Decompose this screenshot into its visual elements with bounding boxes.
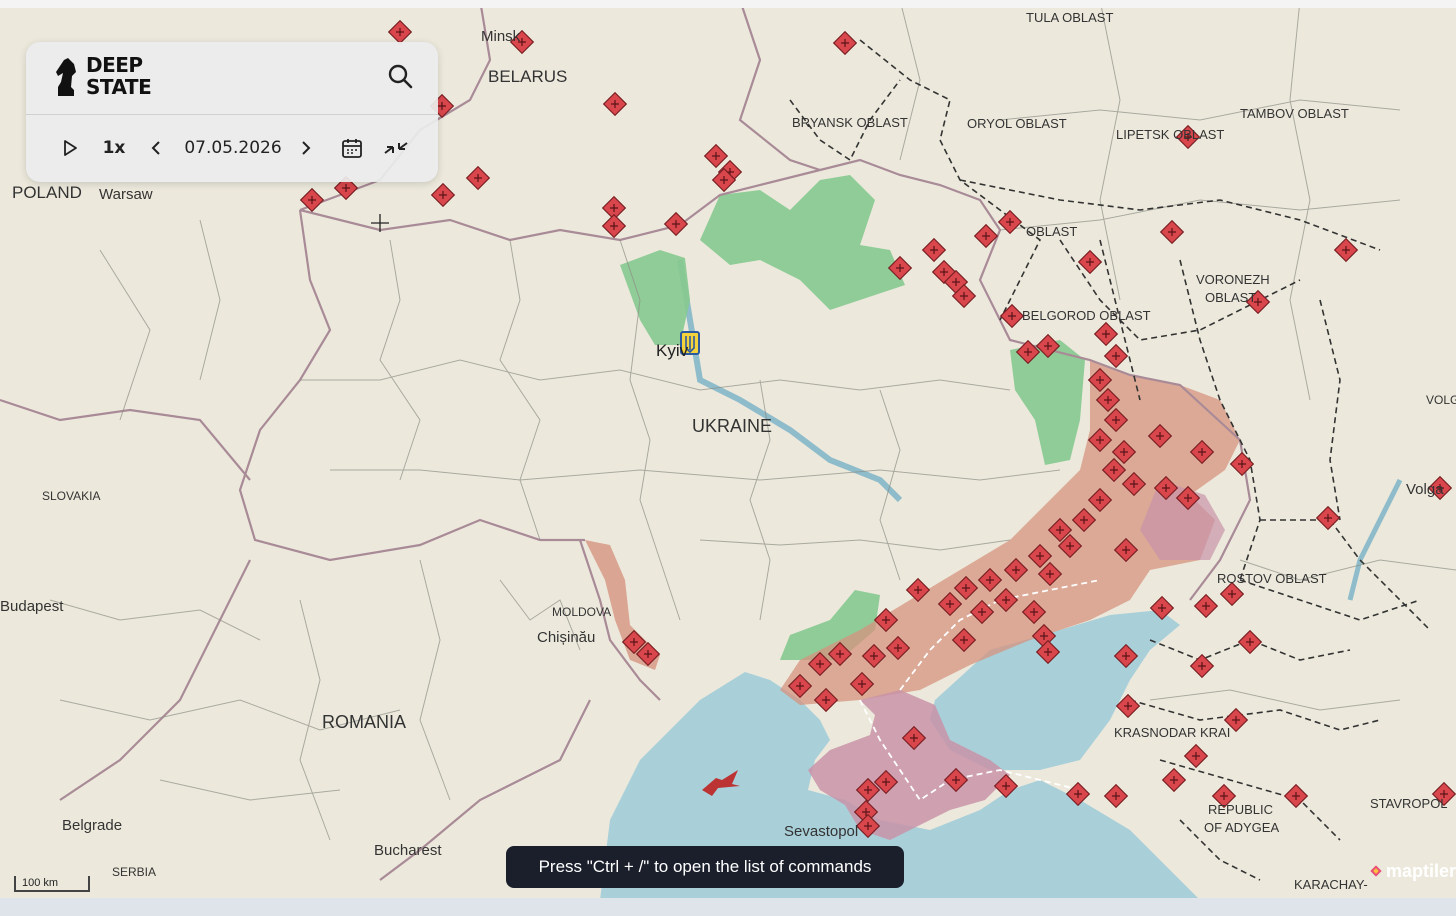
label-budapest: Budapest (0, 598, 64, 615)
label-voronezh: VORONEZH (1196, 272, 1270, 287)
brand-line-2: STATE (86, 75, 152, 99)
previous-date-button[interactable] (144, 134, 168, 162)
label-tula: TULA OBLAST (1026, 10, 1113, 25)
play-icon (64, 140, 77, 156)
speed-button[interactable]: 1x (98, 134, 130, 162)
label-minsk: Minsk (481, 28, 521, 45)
label-oryol: ORYOL OBLAST (967, 116, 1067, 131)
label-bucharest: Bucharest (374, 842, 442, 859)
chevron-right-icon (302, 141, 311, 155)
collapse-icon (384, 142, 408, 154)
label-lipetsk: LIPETSK OBLAST (1116, 127, 1224, 142)
label-adygea-2: OF ADYGEA (1204, 820, 1279, 835)
browser-bookmarks-strip (0, 0, 1456, 8)
label-belgrade: Belgrade (62, 817, 122, 834)
label-moldova: MOLDOVA (552, 605, 611, 619)
maptiler-logo-icon (1370, 865, 1382, 877)
label-stavropol: STAVROPOL (1370, 796, 1448, 811)
panel-divider (26, 114, 438, 115)
label-krasnodar: KRASNODAR KRAI (1114, 725, 1230, 740)
play-button[interactable] (56, 134, 84, 162)
knight-logo-icon (56, 58, 76, 96)
collapse-button[interactable] (380, 134, 412, 162)
label-slovakia: SLOVAKIA (42, 489, 100, 503)
label-voronezh-oblast: OBLAST (1205, 290, 1256, 305)
brand-logo[interactable]: DEEP STATE (52, 53, 152, 99)
label-sevastopol: Sevastopol (784, 823, 858, 840)
label-romania: ROMANIA (322, 712, 406, 732)
scale-bar: 100 km (14, 876, 90, 892)
calendar-button[interactable] (338, 134, 366, 162)
label-rostov: ROSTOV OBLAST (1217, 571, 1327, 586)
label-tambov: TAMBOV OBLAST (1240, 106, 1349, 121)
taskbar-strip (0, 898, 1456, 916)
chevron-left-icon (151, 141, 160, 155)
label-kyiv: Kyiv (656, 341, 689, 360)
label-volga: Volga (1406, 481, 1444, 498)
next-date-button[interactable] (294, 134, 318, 162)
label-chisinau: Chișinău (537, 629, 595, 646)
brand-line-1: DEEP (86, 53, 143, 77)
label-poland: POLAND (12, 183, 82, 202)
control-panel: DEEP STATE 1x 07.05.2026 (26, 42, 438, 182)
commands-tooltip: Press "Ctrl + /" to open the list of com… (506, 846, 904, 888)
label-belgorod: BELGOROD OBLAST (1022, 308, 1151, 323)
label-kursk: OBLAST (1026, 224, 1077, 239)
current-date[interactable]: 07.05.2026 (178, 134, 288, 162)
label-volgograd: VOLGOGRAD (1426, 393, 1456, 407)
calendar-icon (342, 139, 362, 158)
label-bryansk: BRYANSK OBLAST (792, 115, 908, 130)
label-belarus: BELARUS (488, 67, 567, 86)
label-serbia: SERBIA (112, 865, 156, 879)
label-karachay: KARACHAY- (1294, 877, 1368, 892)
maptiler-text: maptiler (1385, 860, 1456, 881)
search-icon[interactable] (386, 62, 414, 90)
label-warsaw: Warsaw (99, 186, 153, 203)
label-adygea: REPUBLIC (1208, 802, 1273, 817)
maptiler-attribution[interactable]: maptiler (1370, 856, 1456, 886)
label-ukraine: UKRAINE (692, 416, 772, 436)
